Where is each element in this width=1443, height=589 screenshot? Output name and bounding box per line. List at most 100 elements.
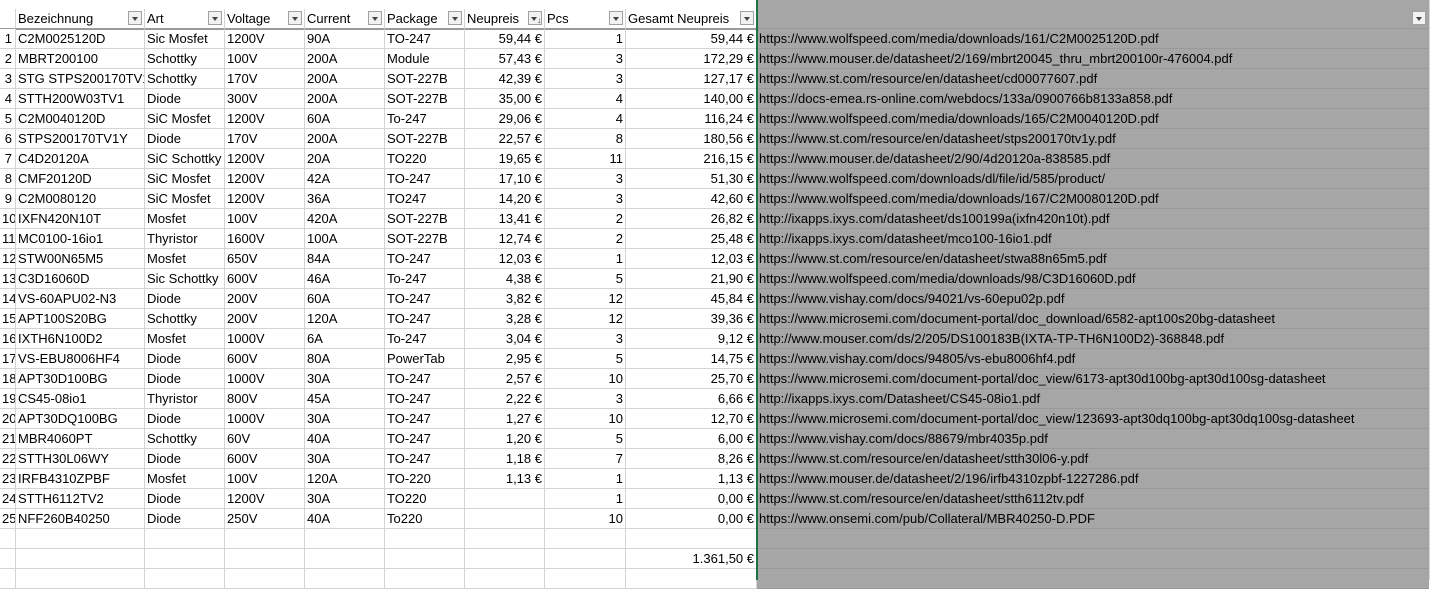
cell-pkg[interactable]: SOT-227B xyxy=(385,229,465,249)
cell-pcs[interactable] xyxy=(545,569,626,589)
cell-url[interactable]: https://www.onsemi.com/pub/Collateral/MB… xyxy=(757,509,1429,529)
cell-url[interactable] xyxy=(757,569,1429,589)
cell-cur[interactable]: 60A xyxy=(305,109,385,129)
cell-art[interactable]: Diode xyxy=(145,409,225,429)
cell-art[interactable]: Sic Mosfet xyxy=(145,29,225,49)
cell-cur[interactable]: 36A xyxy=(305,189,385,209)
cell-bez[interactable]: C4D20120A xyxy=(16,149,145,169)
row-number[interactable]: 25 xyxy=(0,509,16,529)
cell-volt[interactable]: 1200V xyxy=(225,169,305,189)
cell-pkg[interactable]: TO-247 xyxy=(385,29,465,49)
cell-art[interactable]: Thyristor xyxy=(145,229,225,249)
row-number[interactable]: 17 xyxy=(0,349,16,369)
cell-art[interactable]: SiC Schottky xyxy=(145,149,225,169)
cell-art[interactable]: Diode xyxy=(145,89,225,109)
cell-np[interactable]: 2,57 € xyxy=(465,369,545,389)
row-number[interactable]: 1 xyxy=(0,29,16,49)
cell-pkg[interactable]: SOT-227B xyxy=(385,209,465,229)
cell-np[interactable]: 22,57 € xyxy=(465,129,545,149)
cell-np[interactable]: 13,41 € xyxy=(465,209,545,229)
cell-volt[interactable]: 1200V xyxy=(225,109,305,129)
cell-cur[interactable]: 60A xyxy=(305,289,385,309)
cell-url[interactable]: https://www.mouser.de/datasheet/2/90/4d2… xyxy=(757,149,1429,169)
cell-url[interactable]: https://www.microsemi.com/document-porta… xyxy=(757,369,1429,389)
cell-pkg[interactable]: SOT-227B xyxy=(385,129,465,149)
total-sum-cell[interactable]: 1.361,50 € xyxy=(626,549,757,569)
cell-pcs[interactable]: 4 xyxy=(545,109,626,129)
cell-art[interactable] xyxy=(145,529,225,549)
row-number[interactable]: 10 xyxy=(0,209,16,229)
cell-gnp[interactable]: 12,70 € xyxy=(626,409,757,429)
cell-np[interactable] xyxy=(465,489,545,509)
cell-volt[interactable]: 1600V xyxy=(225,229,305,249)
row-number[interactable]: 4 xyxy=(0,89,16,109)
cell-url[interactable]: https://www.mouser.de/datasheet/2/169/mb… xyxy=(757,49,1429,69)
filter-dropdown-icon[interactable] xyxy=(1412,11,1426,25)
header-cell-volt[interactable]: Voltage xyxy=(225,9,305,29)
cell-bez[interactable]: C2M0025120D xyxy=(16,29,145,49)
cell-volt[interactable]: 300V xyxy=(225,89,305,109)
cell-bez[interactable]: IXTH6N100D2 xyxy=(16,329,145,349)
cell-pkg[interactable]: PowerTab xyxy=(385,349,465,369)
cell-np[interactable]: 4,38 € xyxy=(465,269,545,289)
cell-gnp[interactable]: 1,13 € xyxy=(626,469,757,489)
cell-pkg[interactable]: TO-247 xyxy=(385,409,465,429)
cell-np[interactable]: 19,65 € xyxy=(465,149,545,169)
cell-pcs[interactable] xyxy=(545,529,626,549)
header-cell-art[interactable]: Art xyxy=(145,9,225,29)
cell-pkg[interactable]: To-247 xyxy=(385,269,465,289)
cell-cur[interactable]: 30A xyxy=(305,409,385,429)
cell-url[interactable]: https://www.wolfspeed.com/downloads/dl/f… xyxy=(757,169,1429,189)
row-number[interactable]: 22 xyxy=(0,449,16,469)
cell-url[interactable]: https://www.st.com/resource/en/datasheet… xyxy=(757,489,1429,509)
cell-cur[interactable]: 200A xyxy=(305,129,385,149)
cell-cur[interactable]: 45A xyxy=(305,389,385,409)
row-number[interactable]: 7 xyxy=(0,149,16,169)
cell-art[interactable]: Diode xyxy=(145,129,225,149)
cell-pkg[interactable]: SOT-227B xyxy=(385,69,465,89)
cell-volt[interactable]: 1200V xyxy=(225,149,305,169)
cell-gnp[interactable]: 9,12 € xyxy=(626,329,757,349)
cell-volt[interactable]: 60V xyxy=(225,429,305,449)
cell-np[interactable]: 14,20 € xyxy=(465,189,545,209)
cell-art[interactable] xyxy=(145,569,225,589)
cell-gnp[interactable]: 59,44 € xyxy=(626,29,757,49)
cell-bez[interactable]: MC0100-16io1 xyxy=(16,229,145,249)
cell-bez[interactable]: IRFB4310ZPBF xyxy=(16,469,145,489)
cell-art[interactable]: Mosfet xyxy=(145,469,225,489)
cell-gnp[interactable]: 172,29 € xyxy=(626,49,757,69)
cell-url[interactable]: https://www.wolfspeed.com/media/download… xyxy=(757,29,1429,49)
cell-cur[interactable]: 420A xyxy=(305,209,385,229)
row-number[interactable]: 9 xyxy=(0,189,16,209)
cell-gnp[interactable]: 140,00 € xyxy=(626,89,757,109)
cell-pcs[interactable]: 5 xyxy=(545,429,626,449)
cell-url[interactable]: https://www.st.com/resource/en/datasheet… xyxy=(757,249,1429,269)
cell-bez[interactable] xyxy=(16,569,145,589)
cell-np[interactable]: 2,22 € xyxy=(465,389,545,409)
row-number[interactable]: 24 xyxy=(0,489,16,509)
cell-art[interactable]: Schottky xyxy=(145,69,225,89)
cell-pkg[interactable]: TO220 xyxy=(385,489,465,509)
cell-gnp[interactable]: 51,30 € xyxy=(626,169,757,189)
row-number[interactable]: 6 xyxy=(0,129,16,149)
cell-bez[interactable]: MBR4060PT xyxy=(16,429,145,449)
cell-np[interactable]: 3,28 € xyxy=(465,309,545,329)
cell-art[interactable]: Diode xyxy=(145,489,225,509)
cell-pcs[interactable]: 4 xyxy=(545,89,626,109)
cell-url[interactable]: https://www.wolfspeed.com/media/download… xyxy=(757,189,1429,209)
cell-url[interactable]: https://www.vishay.com/docs/94021/vs-60e… xyxy=(757,289,1429,309)
cell-url[interactable] xyxy=(757,549,1429,569)
cell-pcs[interactable]: 7 xyxy=(545,449,626,469)
cell-url[interactable]: http://www.mouser.com/ds/2/205/DS100183B… xyxy=(757,329,1429,349)
cell-volt[interactable]: 170V xyxy=(225,69,305,89)
row-number[interactable]: 21 xyxy=(0,429,16,449)
cell-url[interactable]: https://www.st.com/resource/en/datasheet… xyxy=(757,69,1429,89)
cell-url[interactable]: https://www.vishay.com/docs/88679/mbr403… xyxy=(757,429,1429,449)
cell-gnp[interactable] xyxy=(626,529,757,549)
cell-bez[interactable]: APT30DQ100BG xyxy=(16,409,145,429)
cell-art[interactable]: Mosfet xyxy=(145,209,225,229)
cell-np[interactable]: 42,39 € xyxy=(465,69,545,89)
cell-pcs[interactable]: 3 xyxy=(545,329,626,349)
cell-volt[interactable] xyxy=(225,549,305,569)
cell-pkg[interactable]: To-247 xyxy=(385,329,465,349)
